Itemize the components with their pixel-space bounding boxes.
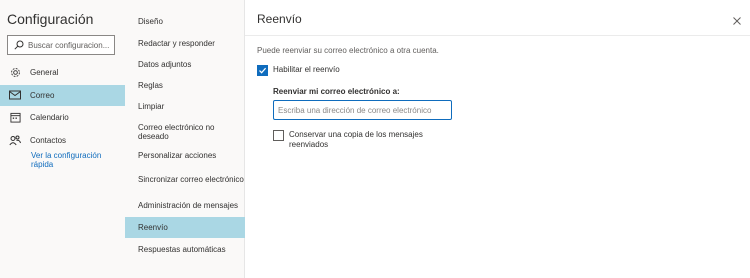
- close-icon[interactable]: [732, 13, 742, 25]
- enable-forwarding-row: Habilitar el reenvío: [257, 65, 340, 76]
- subnav-item-respuestas[interactable]: Respuestas automáticas: [125, 240, 245, 258]
- forwarding-panel: Reenvío Puede reenviar su correo electró…: [245, 0, 750, 278]
- nav-item-correo[interactable]: Correo: [0, 84, 125, 106]
- subnav-item-limpiar[interactable]: Limpiar: [125, 97, 245, 115]
- mail-settings-subnav: Diseño Redactar y responder Datos adjunt…: [125, 0, 245, 278]
- enable-forwarding-label: Habilitar el reenvío: [273, 65, 340, 74]
- nav-item-label: Correo: [30, 90, 55, 100]
- subnav-item-diseno[interactable]: Diseño: [125, 12, 245, 30]
- calendar-icon: [9, 112, 21, 124]
- subnav-item-reglas[interactable]: Reglas: [125, 76, 245, 94]
- keep-copy-checkbox[interactable]: [273, 130, 284, 141]
- nav-item-label: Contactos: [30, 135, 67, 145]
- page-title: Reenvío: [257, 12, 302, 26]
- subnav-item-acciones[interactable]: Personalizar acciones: [125, 146, 245, 164]
- checkmark-icon: [259, 67, 267, 74]
- nav-item-label: General: [30, 68, 59, 77]
- header-divider: [245, 35, 750, 36]
- mail-icon: [9, 89, 21, 101]
- settings-dialog: Configuración Buscar configuracion... Ge…: [0, 0, 750, 278]
- nav-item-label: Calendario: [30, 113, 69, 122]
- settings-search-box[interactable]: Buscar configuracion...: [7, 35, 115, 55]
- people-icon: [9, 134, 21, 146]
- subnav-item-sincronizar[interactable]: Sincronizar correo electrónico: [125, 168, 245, 190]
- forwarding-description: Puede reenviar su correo electrónico a o…: [257, 46, 439, 55]
- subnav-item-reenvio[interactable]: Reenvío: [125, 217, 245, 238]
- forward-email-input[interactable]: [273, 100, 452, 120]
- subnav-item-redactar[interactable]: Redactar y responder: [125, 34, 245, 52]
- forward-to-label: Reenviar mi correo electrónico a:: [273, 87, 400, 96]
- settings-title: Configuración: [7, 11, 94, 27]
- nav-item-contactos[interactable]: Contactos: [0, 130, 125, 151]
- nav-item-general[interactable]: General: [0, 62, 125, 83]
- enable-forwarding-checkbox[interactable]: [257, 65, 268, 76]
- subnav-item-no-deseado[interactable]: Correo electrónico no deseado: [125, 120, 245, 144]
- search-icon: [13, 39, 25, 51]
- subnav-item-adjuntos[interactable]: Datos adjuntos: [125, 55, 245, 73]
- quick-settings-link[interactable]: Ver la configuración rápida: [31, 151, 121, 169]
- settings-left-pane: Configuración Buscar configuracion... Ge…: [0, 0, 125, 278]
- gear-icon: [9, 67, 21, 79]
- keep-copy-row: Conservar una copia de los mensajes reen…: [273, 130, 473, 150]
- settings-nav: General Correo Calendario Contactos: [0, 62, 125, 152]
- subnav-item-administracion[interactable]: Administración de mensajes: [125, 194, 245, 216]
- nav-item-calendario[interactable]: Calendario: [0, 107, 125, 128]
- keep-copy-label: Conservar una copia de los mensajes reen…: [289, 130, 423, 149]
- search-placeholder: Buscar configuracion...: [28, 40, 110, 50]
